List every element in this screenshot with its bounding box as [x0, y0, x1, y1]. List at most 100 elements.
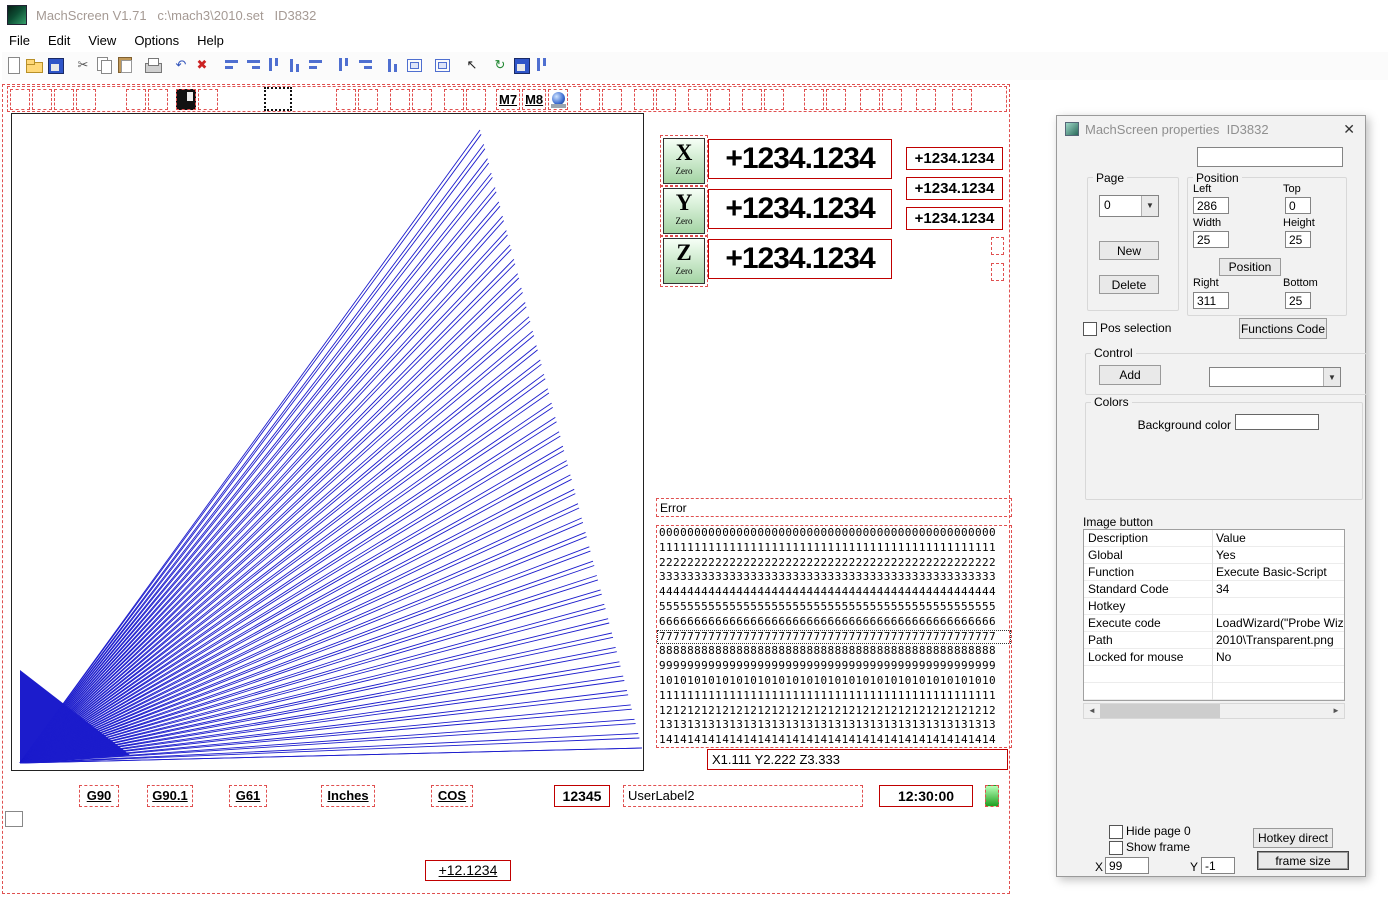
menu-options[interactable]: Options [125, 30, 188, 51]
menu-view[interactable]: View [79, 30, 125, 51]
digit-row-14[interactable]: 1414141414141414141414141414141414141414… [657, 733, 1011, 747]
screen-button[interactable] [602, 89, 623, 110]
screen-button[interactable] [710, 89, 731, 110]
screen-button[interactable] [126, 89, 146, 110]
menu-edit[interactable]: Edit [39, 30, 79, 51]
paste-icon[interactable] [115, 55, 135, 75]
open-folder-icon[interactable] [24, 55, 44, 75]
small-dro[interactable]: +1234.1234 [906, 177, 1003, 200]
select-arrow-icon[interactable]: ↖ [462, 55, 482, 75]
z-dro[interactable]: +1234.1234 [708, 239, 892, 279]
align-bottom-icon[interactable] [285, 55, 305, 75]
screen-button[interactable] [764, 89, 785, 110]
digit-row-2[interactable]: 2222222222222222222222222222222222222222… [657, 556, 1011, 571]
refresh-icon[interactable]: ↻ [490, 55, 510, 75]
preview-icon[interactable] [532, 55, 552, 75]
led-indicator[interactable] [985, 785, 999, 807]
width-field[interactable] [1193, 231, 1229, 248]
screen-button[interactable] [198, 89, 218, 110]
digit-row-6[interactable]: 6666666666666666666666666666666666666666… [657, 615, 1011, 630]
clock-dro[interactable]: 12:30:00 [879, 785, 973, 807]
g61-label[interactable]: G61 [229, 785, 267, 807]
screen-button[interactable] [634, 89, 655, 110]
y-dro[interactable]: +1234.1234 [708, 189, 892, 229]
screen-button[interactable] [10, 89, 30, 110]
delete-icon[interactable]: ✖ [192, 55, 212, 75]
webcam-button[interactable] [548, 89, 569, 110]
property-row[interactable]: Locked for mouse No [1084, 649, 1344, 666]
top-field[interactable] [1285, 197, 1311, 214]
cut-icon[interactable]: ✂ [73, 55, 93, 75]
digit-row-7[interactable]: 7777777777777777777777777777777777777777… [657, 629, 1011, 645]
new-document-icon[interactable] [3, 55, 23, 75]
placeholder-button[interactable] [991, 263, 1004, 281]
scroll-left-icon[interactable]: ◄ [1084, 704, 1100, 718]
position-readout-label[interactable]: X1.111 Y2.222 Z3.333 [707, 749, 1008, 770]
y-field[interactable] [1201, 857, 1235, 874]
digit-row-13[interactable]: 1313131313131313131313131313131313131313… [657, 718, 1011, 733]
digit-row-12[interactable]: 1212121212121212121212121212121212121212… [657, 704, 1011, 719]
screen-button[interactable] [742, 89, 763, 110]
g90-label[interactable]: G90 [79, 785, 119, 807]
align-right-icon[interactable] [243, 55, 263, 75]
value-dro[interactable]: +12.1234 [425, 860, 511, 881]
x-dro[interactable]: +1234.1234 [708, 139, 892, 179]
undo-icon[interactable]: ↶ [171, 55, 191, 75]
position-button[interactable]: Position [1219, 258, 1281, 276]
m8-button[interactable]: M8 [522, 89, 547, 110]
same-height-icon[interactable] [383, 55, 403, 75]
small-dro[interactable]: +1234.1234 [906, 147, 1003, 170]
screen-button[interactable] [32, 89, 52, 110]
center-vertical-icon[interactable] [334, 55, 354, 75]
digit-row-0[interactable]: 0000000000000000000000000000000000000000… [657, 526, 1011, 541]
functions-code-button[interactable]: Functions Code [1239, 318, 1327, 339]
background-color-swatch[interactable] [1235, 414, 1319, 430]
property-row[interactable]: Path 2010\Transparent.png [1084, 632, 1344, 649]
height-field[interactable] [1285, 231, 1311, 248]
screen-button[interactable] [688, 89, 709, 110]
g901-label[interactable]: G90.1 [147, 785, 193, 807]
copy-icon[interactable] [94, 55, 114, 75]
add-control-button[interactable]: Add [1099, 365, 1161, 385]
screen-button[interactable] [916, 89, 937, 110]
screen-button[interactable] [76, 89, 96, 110]
chevron-down-icon[interactable]: ▼ [1141, 196, 1158, 216]
digit-row-3[interactable]: 3333333333333333333333333333333333333333… [657, 570, 1011, 585]
x-zero-button[interactable]: X Zero [660, 135, 708, 187]
screen-button[interactable] [54, 89, 74, 110]
screen-button[interactable] [882, 89, 903, 110]
pos-selection-checkbox[interactable]: Pos selection [1083, 322, 1171, 336]
screen-button[interactable] [580, 89, 601, 110]
screen-button[interactable] [412, 89, 432, 110]
digit-row-5[interactable]: 5555555555555555555555555555555555555555… [657, 600, 1011, 615]
user-label[interactable]: UserLabel2 [623, 785, 863, 807]
digit-row-8[interactable]: 8888888888888888888888888888888888888888… [657, 644, 1011, 659]
z-zero-button[interactable]: Z Zero [660, 235, 708, 287]
grid-icon[interactable] [432, 55, 452, 75]
same-size-icon[interactable] [404, 55, 424, 75]
digit-row-11[interactable]: 1111111111111111111111111111111111111111… [657, 689, 1011, 704]
save-screen-icon[interactable] [511, 55, 531, 75]
screen-button[interactable] [358, 89, 378, 110]
menu-help[interactable]: Help [188, 30, 233, 51]
search-field[interactable] [1197, 147, 1343, 167]
save-icon[interactable] [45, 55, 65, 75]
hide-page-checkbox[interactable]: Hide page 0 [1109, 825, 1191, 839]
small-dro[interactable]: +1234.1234 [906, 207, 1003, 230]
placeholder-button[interactable] [991, 237, 1004, 255]
menu-file[interactable]: File [0, 30, 39, 51]
blank-box[interactable] [5, 811, 23, 827]
align-left-icon[interactable] [222, 55, 242, 75]
cos-label[interactable]: COS [431, 785, 473, 807]
screen-button[interactable] [952, 89, 973, 110]
scrollbar-thumb[interactable] [1100, 704, 1220, 718]
screen-button[interactable] [466, 89, 486, 110]
error-label[interactable]: Error [656, 498, 1012, 517]
horizontal-scrollbar[interactable]: ◄ ► [1083, 703, 1345, 719]
screen-button[interactable] [148, 89, 168, 110]
page-select[interactable]: 0 ▼ [1099, 195, 1159, 217]
digit-row-4[interactable]: 4444444444444444444444444444444444444444… [657, 585, 1011, 600]
right-field[interactable] [1193, 292, 1229, 309]
control-select[interactable]: ▼ [1209, 367, 1341, 387]
chevron-down-icon[interactable]: ▼ [1323, 368, 1340, 386]
